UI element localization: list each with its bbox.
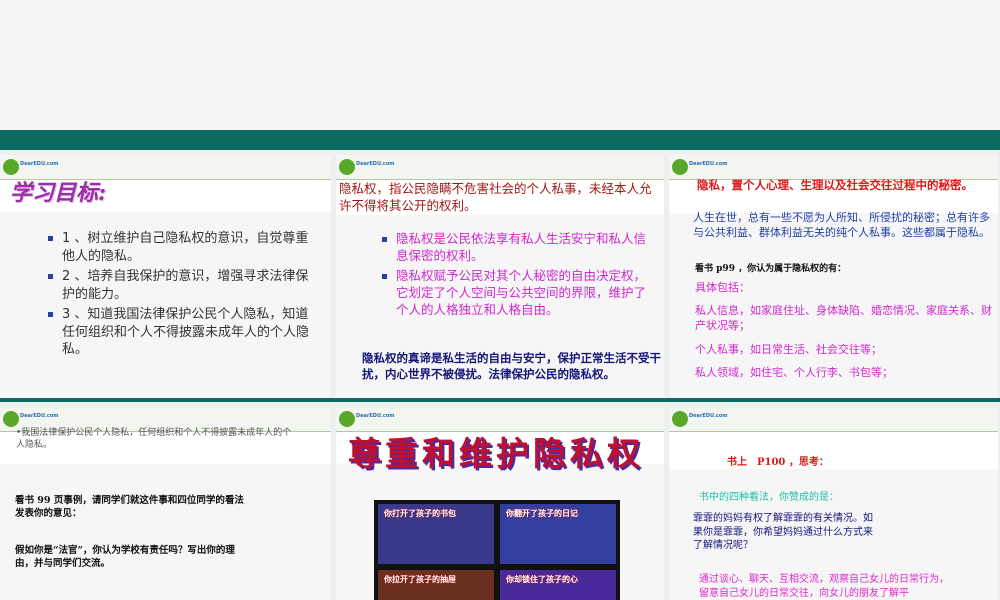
list-item: 私人领域，如住宅、个人行李、书包等； xyxy=(695,366,893,379)
question-text: 看书 p99 ，你认为属于隐私权的有： xyxy=(695,264,847,274)
definition-text: 隐私权，指公民隐瞒不危害社会的个人私事，未经本人允许不得将其公开的权利。 xyxy=(339,181,652,213)
comic-caption: 你却锁住了孩子的心 xyxy=(500,570,616,600)
slide-header: DearEDU.com xyxy=(336,407,664,432)
slide-header: DearEDU.com xyxy=(669,155,998,180)
list-item: 2 、培养自我保护的意识，增强寻求法律保护的能力。 xyxy=(48,268,318,303)
section-bar xyxy=(0,130,1000,150)
slide-header: DearEDU.com xyxy=(669,407,998,432)
rights-list: 隐私权是公民依法享有私人生活安宁和私人信息保密的权利。 隐私权赋予公民对其个人秘… xyxy=(382,231,652,321)
slide-thumbnail-5[interactable]: DearEDU.com 尊重和维护隐私权 你打开了孩子的书包 你翻开了孩子的日记… xyxy=(336,407,664,600)
logo-icon xyxy=(3,159,19,175)
note-text: •我国法律保护公民个人隐私，任何组织和个人不得披露未成年人的个人隐私。 xyxy=(16,428,292,451)
question-text: 假如你是“法官”，你认为学校有责任吗？写出你的理由，并与同学们交流。 xyxy=(15,545,235,569)
logo-icon xyxy=(3,411,19,427)
list-item: 隐私权赋予公民对其个人秘密的自由决定权，它划定了个人空间与公共空间的界限，维护了… xyxy=(382,268,652,319)
logo-text: DearEDU.com xyxy=(356,161,395,167)
list-item: 个人私事，如日常生活、社会交往等； xyxy=(695,343,882,356)
logo-text: DearEDU.com xyxy=(689,413,728,419)
comic-caption: 你翻开了孩子的日记 xyxy=(500,504,616,564)
slide-thumbnail-1[interactable]: DearEDU.com 学习目标: 1 、树立维护自己隐私权的意识，自觉尊重他人… xyxy=(0,155,331,398)
row-divider xyxy=(0,398,1000,402)
list-item: 3 、知道我国法律保护公民个人隐私，知道任何组织和个人不得披露未成年人的个人隐私… xyxy=(48,306,318,359)
objectives-list: 1 、树立维护自己隐私权的意识，自觉尊重他人的隐私。 2 、培养自我保护的意识，… xyxy=(48,230,318,362)
logo-icon xyxy=(339,411,355,427)
slide-header: DearEDU.com xyxy=(0,155,331,180)
logo-icon xyxy=(672,411,688,427)
summary-text: 隐私权的真谛是私生活的自由与安宁，保护正常生活不受干扰，内心世界不被侵扰。法律保… xyxy=(362,351,661,381)
slide-header: DearEDU.com xyxy=(336,155,664,180)
list-item: 1 、树立维护自己隐私权的意识，自觉尊重他人的隐私。 xyxy=(48,230,318,265)
slide-thumbnail-3[interactable]: DearEDU.com 隐私，置个人心理、生理以及社会交往过程中的秘密。 人生在… xyxy=(669,155,998,398)
question-text: 看书 99 页事例，请同学们就这件事和四位同学的看法发表你的意见： xyxy=(15,495,244,519)
intro-text: 人生在世，总有一些不愿为人所知、所侵扰的秘密；总有许多与公共利益、群体利益无关的… xyxy=(693,211,990,239)
question-text: 霏霏的妈妈有权了解霏霏的有关情况。如果你是霏霏，你希望妈妈通过什么方式来了解情况… xyxy=(693,513,873,551)
slide-title: 学习目标: xyxy=(10,180,107,206)
slide-thumbnail-4[interactable]: DearEDU.com •我国法律保护公民个人隐私，任何组织和个人不得披露未成年… xyxy=(0,407,331,600)
logo-icon xyxy=(672,159,688,175)
prompt-text: 书上 P100 ，思考： xyxy=(727,457,829,468)
top-blank-area xyxy=(0,0,1000,130)
logo-text: DearEDU.com xyxy=(20,413,59,419)
logo-text: DearEDU.com xyxy=(689,161,728,167)
list-item: 隐私权是公民依法享有私人生活安宁和私人信息保密的权利。 xyxy=(382,231,652,265)
definition-text: 隐私，置个人心理、生理以及社会交往过程中的秘密。 xyxy=(697,178,973,192)
logo-text: DearEDU.com xyxy=(356,413,395,419)
logo-icon xyxy=(339,159,355,175)
question-text: 书中的四种看法，你赞成的是： xyxy=(699,492,839,503)
logo-text: DearEDU.com xyxy=(20,161,59,167)
slide-thumbnail-6[interactable]: DearEDU.com 书上 P100 ，思考： 书中的四种看法，你赞成的是： … xyxy=(669,407,998,600)
comic-caption: 你打开了孩子的书包 xyxy=(378,504,494,564)
list-item: 私人信息，如家庭住址、身体缺陷、婚恋情况、家庭关系、财产状况等； xyxy=(695,304,992,332)
slide-thumbnail-2[interactable]: DearEDU.com 隐私权，指公民隐瞒不危害社会的个人私事，未经本人允许不得… xyxy=(336,155,664,398)
comic-image: 你打开了孩子的书包 你翻开了孩子的日记 你拉开了孩子的抽屉 你却锁住了孩子的心 xyxy=(374,500,620,600)
answer-text: 通过谈心、聊天、互相交流，观察自己女儿的日常行为，留意自己女儿的日常交往，向女儿… xyxy=(699,574,949,599)
slide-title: 尊重和维护隐私权 xyxy=(348,434,644,473)
comic-caption: 你拉开了孩子的抽屉 xyxy=(378,570,494,600)
label-text: 具体包括： xyxy=(695,281,750,294)
